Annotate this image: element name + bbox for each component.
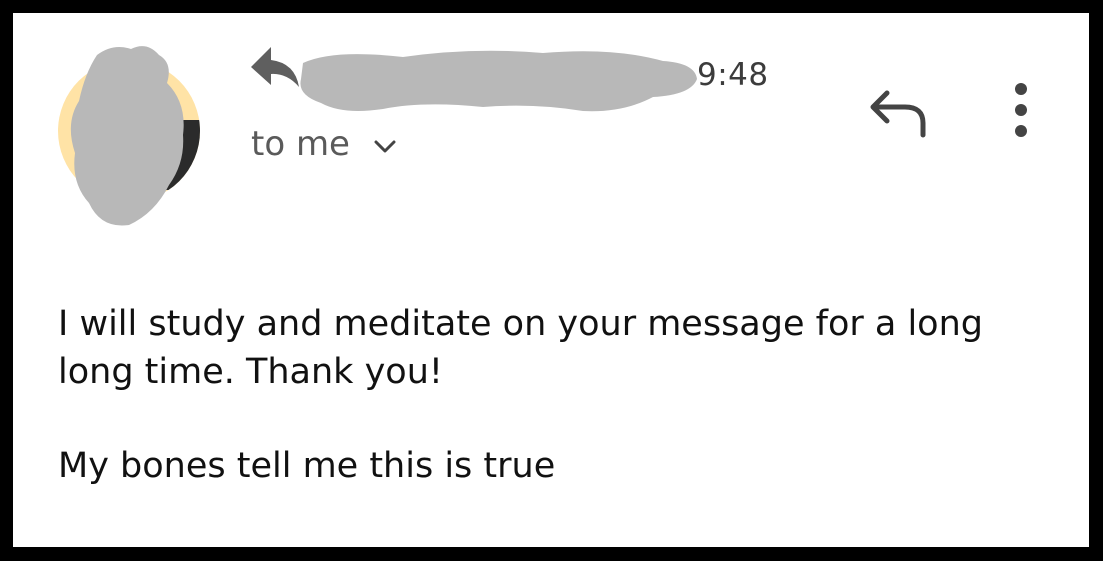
email-card: 9:48 to me I will study and meditate on … <box>13 13 1089 547</box>
sender-name-redaction <box>300 50 697 112</box>
message-line: I will study and meditate on your messag… <box>58 304 983 344</box>
sent-time: 9:48 <box>697 57 769 93</box>
recipient-toggle[interactable]: to me <box>251 124 396 164</box>
message-line: My bones tell me this is true <box>58 446 556 486</box>
sender-avatar[interactable] <box>55 43 205 233</box>
message-body: I will study and meditate on your messag… <box>58 300 1058 490</box>
more-vertical-icon[interactable] <box>1001 79 1041 143</box>
chevron-down-icon <box>374 140 396 153</box>
recipient-label: to me <box>251 124 350 164</box>
message-line: long time. Thank you! <box>58 352 443 392</box>
avatar-redaction <box>70 46 184 226</box>
reply-icon[interactable] <box>865 85 929 141</box>
